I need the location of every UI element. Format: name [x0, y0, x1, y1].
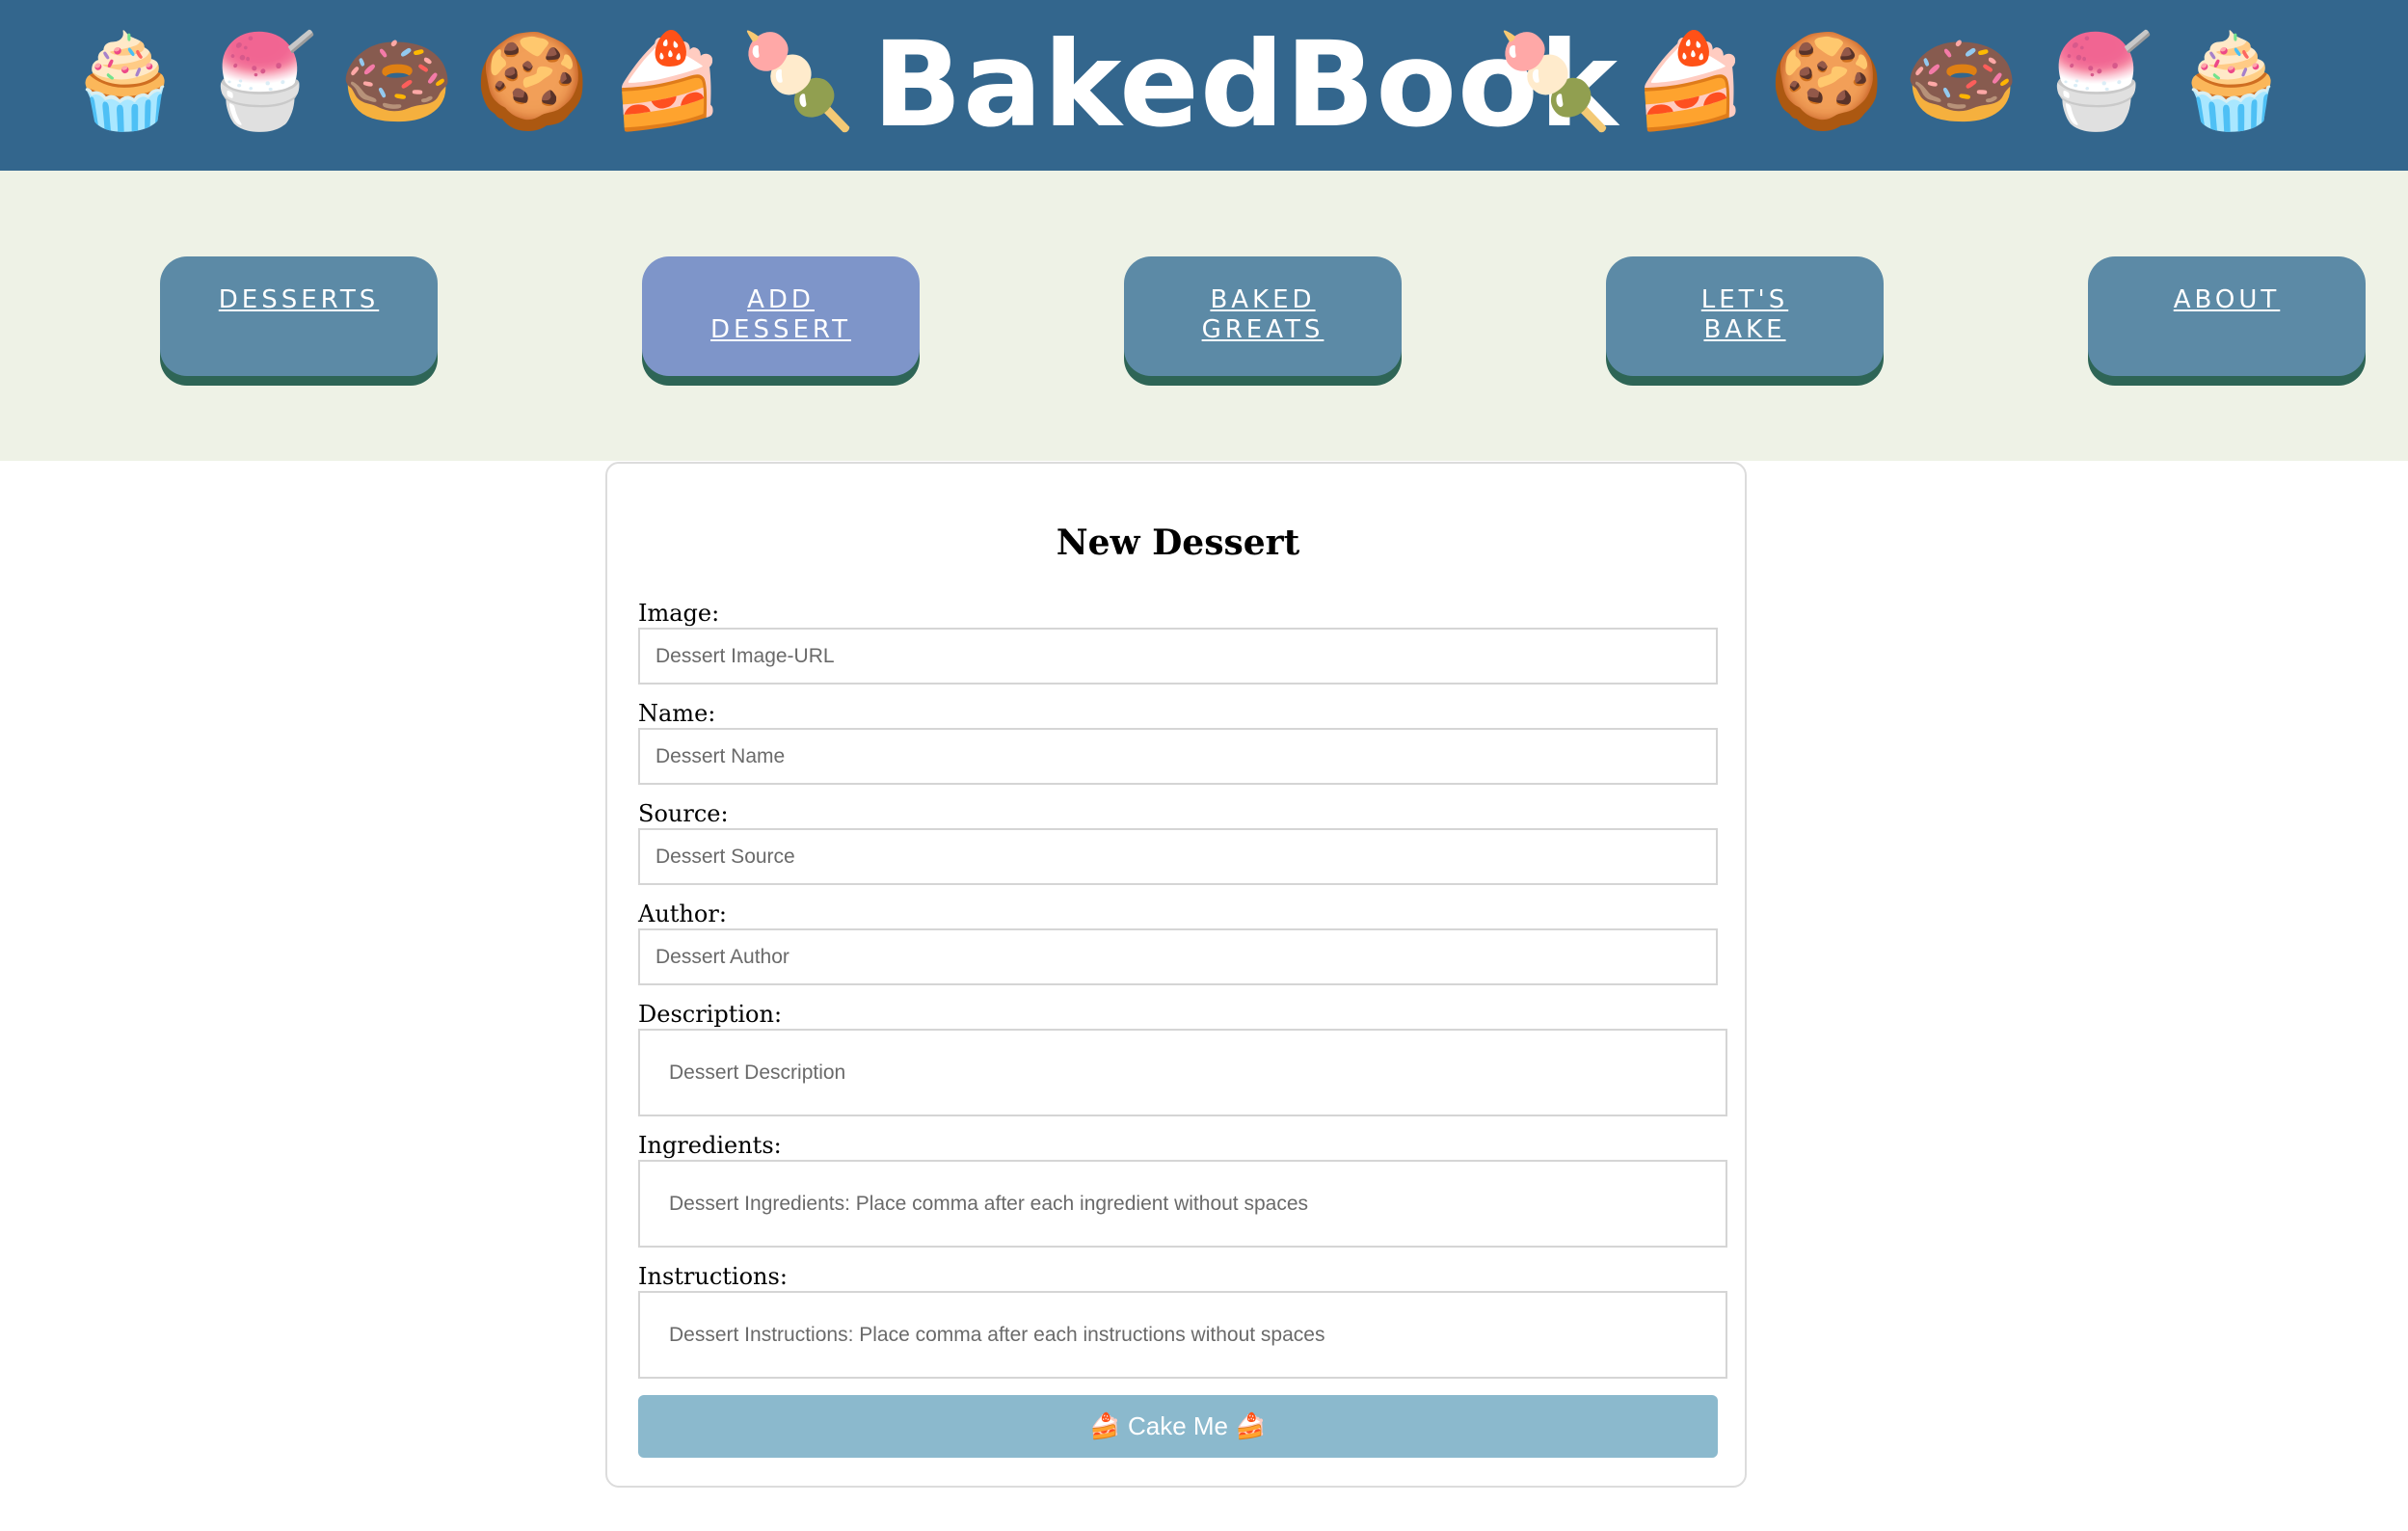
dango-icon: 🍡 [1497, 27, 1613, 135]
name-label: Name: [638, 700, 716, 727]
cake-me-submit-button[interactable]: 🍰 Cake Me 🍰 [638, 1395, 1718, 1458]
brand-title[interactable]: BakedBook [872, 17, 1618, 152]
nav-add-dessert-button[interactable]: Add Dessert [642, 256, 920, 376]
nav-desserts-label[interactable]: Desserts [212, 285, 386, 315]
name-input[interactable]: Dessert Name [638, 728, 1718, 785]
new-dessert-form: New Dessert Image: Dessert Image-URL Nam… [605, 462, 1747, 1488]
source-label: Source: [638, 800, 729, 827]
main-nav: Desserts Add Dessert Baked Greats Let's … [0, 171, 2408, 461]
nav-about-button[interactable]: About [2088, 256, 2366, 376]
cake-icon: 🍰 [609, 27, 725, 135]
nav-about-label[interactable]: About [2140, 285, 2314, 315]
doughnut-icon: 🍩 [339, 27, 455, 135]
cookie-icon: 🍪 [474, 27, 590, 135]
nav-lets-bake-button[interactable]: Let's Bake [1606, 256, 1884, 376]
nav-baked-greats-label[interactable]: Baked Greats [1176, 285, 1350, 345]
header-emoji-row: 🧁 🍧 🍩 🍪 🍰 🍡 BakedBook 🍡 🍰 🍪 🍩 🍧 🧁 [0, 0, 2408, 171]
source-input[interactable]: Dessert Source [638, 828, 1718, 885]
doughnut-icon: 🍩 [1904, 27, 2020, 135]
shaved-ice-icon: 🍧 [2039, 27, 2154, 135]
author-input[interactable]: Dessert Author [638, 928, 1718, 985]
nav-lets-bake-label[interactable]: Let's Bake [1658, 285, 1832, 345]
dango-icon: 🍡 [740, 27, 856, 135]
nav-baked-greats-button[interactable]: Baked Greats [1124, 256, 1402, 376]
cake-icon: 🍰 [1632, 27, 1748, 135]
nav-add-dessert-label[interactable]: Add Dessert [694, 285, 868, 345]
site-header: 🧁 🍧 🍩 🍪 🍰 🍡 BakedBook 🍡 🍰 🍪 🍩 🍧 🧁 [0, 0, 2408, 171]
nav-desserts-button[interactable]: Desserts [160, 256, 438, 376]
form-title: New Dessert [1056, 523, 1300, 563]
description-textarea[interactable]: Dessert Description [638, 1029, 1727, 1116]
image-url-input[interactable]: Dessert Image-URL [638, 628, 1718, 685]
cupcake-icon: 🧁 [67, 27, 183, 135]
ingredients-label: Ingredients: [638, 1132, 782, 1159]
instructions-label: Instructions: [638, 1263, 788, 1290]
image-label: Image: [638, 600, 720, 627]
cookie-icon: 🍪 [1769, 27, 1885, 135]
author-label: Author: [638, 900, 727, 927]
instructions-textarea[interactable]: Dessert Instructions: Place comma after … [638, 1291, 1727, 1379]
cupcake-icon: 🧁 [2174, 27, 2289, 135]
ingredients-textarea[interactable]: Dessert Ingredients: Place comma after e… [638, 1160, 1727, 1248]
description-label: Description: [638, 1001, 783, 1028]
shaved-ice-icon: 🍧 [202, 27, 318, 135]
